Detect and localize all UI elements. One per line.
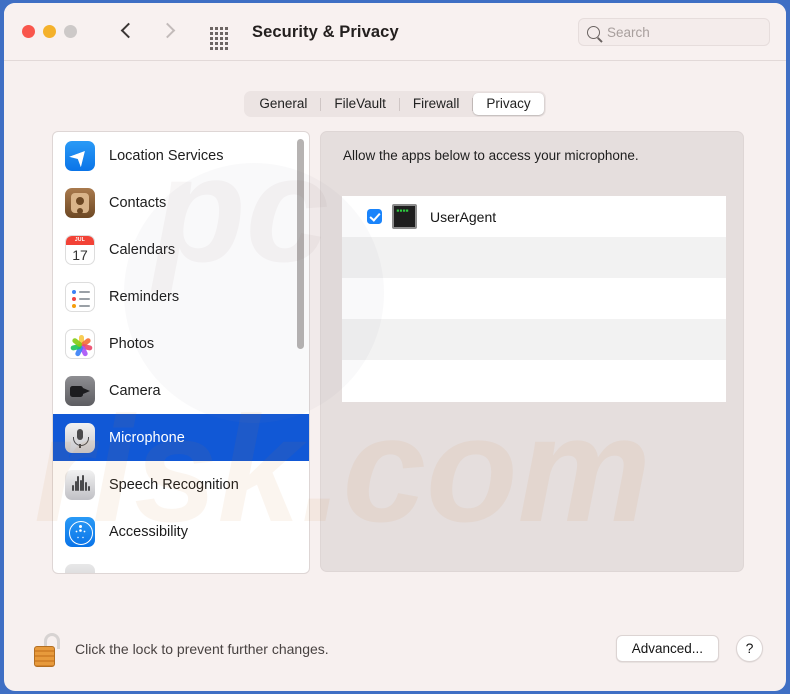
show-all-icon[interactable] (210, 27, 228, 50)
microphone-icon (65, 422, 95, 453)
calendar-month: JUL (66, 235, 94, 245)
terminal-app-icon: ■■■■ (392, 204, 417, 229)
sidebar-item-camera[interactable]: Camera (53, 367, 309, 414)
sidebar-item-label: Photos (109, 335, 155, 352)
preferences-body: Location Services Contacts JUL 17 Calend… (4, 131, 786, 601)
help-button[interactable]: ? (736, 635, 763, 662)
table-row-empty (342, 360, 726, 401)
back-chevron-icon[interactable] (120, 20, 136, 44)
sidebar-item-label: Speech Recognition (109, 476, 239, 493)
table-row[interactable]: ■■■■ UserAgent (342, 196, 726, 237)
contacts-icon (65, 187, 95, 218)
scrollbar-thumb[interactable] (297, 139, 304, 349)
sidebar-item-speech-recognition[interactable]: Speech Recognition (53, 461, 309, 508)
partial-app-icon (65, 563, 95, 573)
sidebar-item-label: Contacts (109, 194, 167, 211)
sidebar-item-reminders[interactable]: Reminders (53, 273, 309, 320)
pane-heading: Allow the apps below to access your micr… (343, 148, 639, 163)
tab-bar: General FileVault Firewall Privacy (4, 61, 786, 117)
navigation-buttons (120, 20, 176, 44)
sidebar-item-label: Microphone (109, 429, 185, 446)
forward-chevron-icon[interactable] (160, 20, 176, 44)
table-row-empty (342, 237, 726, 278)
search-placeholder: Search (607, 24, 650, 40)
sidebar-item-label: Accessibility (109, 523, 188, 540)
tab-filevault[interactable]: FileVault (321, 93, 399, 115)
tab-general[interactable]: General (246, 93, 320, 115)
lock-hint-text: Click the lock to prevent further change… (75, 641, 329, 657)
table-row-empty (342, 278, 726, 319)
app-name: UserAgent (430, 208, 497, 225)
unlocked-padlock-icon[interactable] (34, 633, 64, 667)
app-permission-checkbox[interactable] (367, 209, 382, 224)
search-icon (587, 25, 600, 39)
zoom-button[interactable] (64, 25, 77, 38)
close-button[interactable] (22, 25, 35, 38)
advanced-button[interactable]: Advanced... (615, 635, 719, 662)
photos-icon (65, 328, 95, 359)
sidebar-item-microphone[interactable]: Microphone (53, 414, 309, 461)
page-title: Security & Privacy (252, 23, 399, 41)
sidebar-item-contacts[interactable]: Contacts (53, 179, 309, 226)
privacy-category-list[interactable]: Location Services Contacts JUL 17 Calend… (52, 131, 310, 574)
sidebar-item-label: Location Services (109, 147, 224, 164)
sidebar-item-label: Camera (109, 382, 161, 399)
table-row-empty (342, 319, 726, 360)
allowed-apps-list[interactable]: ■■■■ UserAgent (342, 196, 726, 402)
window-toolbar: Security & Privacy Search (4, 3, 786, 61)
sidebar-scrollbar[interactable] (296, 137, 305, 570)
sidebar-item-partial[interactable] (53, 555, 309, 573)
sidebar-item-location-services[interactable]: Location Services (53, 132, 309, 179)
sidebar-item-accessibility[interactable]: Accessibility (53, 508, 309, 555)
calendar-day: 17 (72, 246, 88, 263)
speech-recognition-icon (65, 469, 95, 500)
reminders-icon (65, 281, 95, 312)
tab-privacy[interactable]: Privacy (473, 93, 544, 115)
sidebar-item-label: Calendars (109, 241, 176, 258)
camera-icon (65, 375, 95, 406)
minimize-button[interactable] (43, 25, 56, 38)
privacy-detail-pane: Allow the apps below to access your micr… (320, 131, 744, 572)
traffic-lights (22, 25, 77, 38)
sidebar-item-label: Reminders (109, 288, 180, 305)
padlock-body (34, 646, 55, 667)
sidebar-item-calendars[interactable]: JUL 17 Calendars (53, 226, 309, 273)
preferences-footer: Click the lock to prevent further change… (4, 619, 786, 691)
calendars-icon: JUL 17 (65, 234, 95, 265)
preferences-window: Security & Privacy Search General FileVa… (4, 3, 786, 691)
accessibility-icon (65, 516, 95, 547)
tab-firewall[interactable]: Firewall (400, 93, 473, 115)
search-input[interactable]: Search (578, 18, 770, 46)
sidebar-item-photos[interactable]: Photos (53, 320, 309, 367)
terminal-icon-text: ■■■■ (396, 208, 409, 214)
location-services-icon (65, 140, 95, 171)
